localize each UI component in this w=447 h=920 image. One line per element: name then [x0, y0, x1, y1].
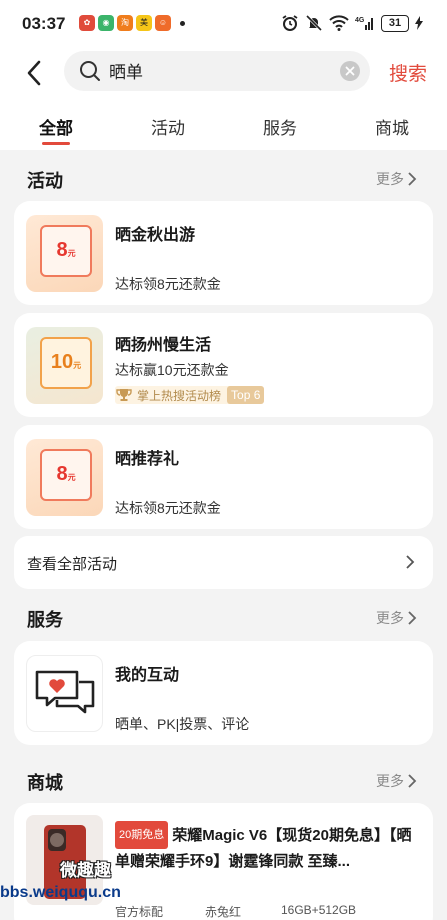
wifi-icon	[329, 15, 349, 31]
view-all-activities-row[interactable]: 查看全部活动	[14, 536, 433, 589]
app-icon-4: 美	[136, 15, 152, 31]
search-header: 搜索	[0, 50, 447, 102]
mall-more-link[interactable]: 更多	[376, 771, 417, 791]
tab-service[interactable]: 服务	[263, 114, 297, 139]
activity-desc: 达标领8元还款金	[115, 276, 221, 292]
app-icon-2: ◉	[98, 15, 114, 31]
activity-title: 晒推荐礼	[115, 451, 180, 468]
battery-indicator: 31	[381, 14, 409, 32]
search-box[interactable]	[64, 51, 370, 91]
product-title-block: 20期免息 荣耀Magic V6【现货20期免息】【晒单赠荣耀手环9】谢霆锋同款 …	[115, 821, 420, 873]
activity-card-1[interactable]: 8元 晒金秋出游 达标领8元还款金	[14, 201, 433, 305]
service-more-link[interactable]: 更多	[376, 608, 417, 628]
activity-title: 晒扬州慢生活	[115, 337, 212, 354]
search-icon	[80, 61, 100, 81]
chevron-right-icon	[408, 611, 417, 625]
tab-mall[interactable]: 商城	[375, 114, 409, 139]
service-title: 我的互动	[115, 667, 180, 684]
hot-search-rank: Top 6	[227, 386, 265, 404]
cellular-signal-icon: 4G	[355, 17, 373, 30]
activity-more-link[interactable]: 更多	[376, 169, 417, 189]
category-tabs: 全部 活动 服务 商城	[0, 102, 447, 150]
product-spec-storage: 16GB+512GB	[281, 903, 357, 917]
notification-icons: ✿ ◉ 淘 美 ☺	[79, 15, 185, 31]
interest-free-badge: 20期免息	[115, 821, 169, 849]
hot-search-rank-tag[interactable]: 掌上热搜活动榜 Top 6	[115, 386, 265, 404]
status-bar: 03:37 ✿ ◉ 淘 美 ☺ 4G 31	[0, 0, 447, 50]
interaction-thumbnail	[26, 655, 103, 732]
voucher-image: 8元	[40, 225, 92, 277]
chat-heart-icon	[35, 670, 95, 714]
charging-icon	[415, 16, 423, 30]
system-icons: 4G 31	[281, 14, 423, 32]
voucher-image: 10元	[40, 337, 92, 389]
view-all-activities-label: 查看全部活动	[27, 556, 118, 573]
activity-card-3[interactable]: 8元 晒推荐礼 达标领8元还款金	[14, 425, 433, 529]
search-button[interactable]: 搜索	[389, 59, 427, 86]
mute-icon	[305, 14, 323, 32]
app-icon-3: 淘	[117, 15, 133, 31]
activity-desc: 达标赢10元还款金	[115, 362, 229, 378]
activity-thumbnail: 8元	[26, 439, 103, 516]
mall-more-label: 更多	[376, 773, 404, 789]
svg-text:4G: 4G	[355, 17, 365, 24]
clear-search-icon[interactable]	[340, 61, 360, 81]
activity-card-2[interactable]: 10元 晒扬州慢生活 达标赢10元还款金 掌上热搜活动榜 Top 6	[14, 313, 433, 417]
tab-all[interactable]: 全部	[39, 114, 73, 139]
activity-section-title: 活动	[27, 171, 63, 191]
alarm-icon	[282, 15, 298, 31]
activity-thumbnail: 8元	[26, 215, 103, 292]
status-time: 03:37	[22, 14, 66, 33]
watermark-brand: 微趣趣	[60, 861, 111, 880]
service-more-label: 更多	[376, 610, 404, 626]
product-spec-color: 赤兔红	[205, 905, 242, 919]
app-icon-5: ☺	[155, 15, 171, 31]
mall-section-title: 商城	[27, 773, 63, 793]
hot-search-tag-label: 掌上热搜活动榜	[137, 388, 222, 403]
activity-title: 晒金秋出游	[115, 227, 196, 244]
active-tab-indicator	[42, 142, 70, 145]
activity-thumbnail: 10元	[26, 327, 103, 404]
trophy-icon	[116, 389, 132, 401]
back-arrow-icon[interactable]	[20, 58, 50, 88]
service-section-title: 服务	[27, 610, 63, 630]
more-notifications-dot	[180, 20, 185, 26]
tab-activity[interactable]: 活动	[151, 114, 185, 139]
chevron-right-icon	[408, 172, 417, 186]
chevron-right-icon	[408, 774, 417, 788]
service-desc: 晒单、PK|投票、评论	[115, 716, 250, 732]
voucher-image: 8元	[40, 449, 92, 501]
activity-more-label: 更多	[376, 171, 404, 187]
watermark-site: bbs.weiququ.cn	[0, 884, 121, 901]
search-input[interactable]	[109, 60, 309, 80]
service-card-my-interactions[interactable]: 我的互动 晒单、PK|投票、评论	[14, 641, 433, 745]
chevron-right-icon	[406, 555, 415, 569]
activity-desc: 达标领8元还款金	[115, 500, 221, 516]
app-icon-1: ✿	[79, 15, 95, 31]
product-spec-package: 官方标配	[115, 905, 164, 919]
